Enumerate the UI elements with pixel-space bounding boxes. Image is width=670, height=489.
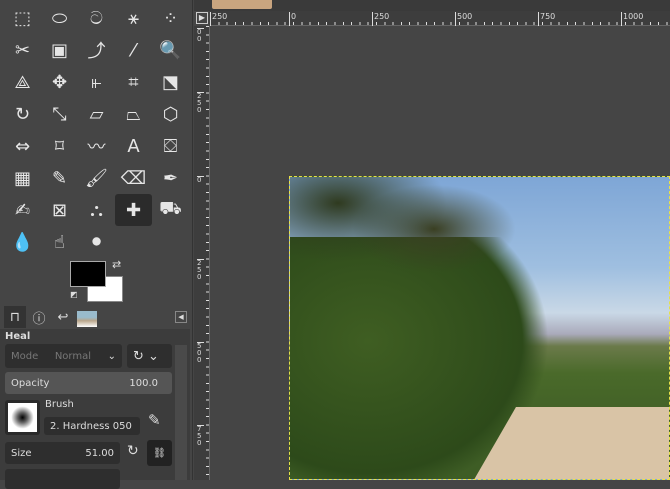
ruler-label: 250 xyxy=(197,92,204,114)
edit-brush-icon[interactable]: ✎ xyxy=(148,411,161,429)
rotate-icon[interactable]: ↻ xyxy=(4,98,41,130)
chevron-down-icon: ⌄ xyxy=(148,348,159,364)
aspect-ratio-slider[interactable] xyxy=(5,469,120,489)
options-scrollbar[interactable] xyxy=(175,345,187,480)
shear-icon[interactable]: ▱ xyxy=(78,98,115,130)
scale-icon[interactable]: ⤡ xyxy=(41,98,78,130)
image-tab[interactable] xyxy=(212,0,272,9)
blur-icon[interactable]: 💧 xyxy=(4,226,41,258)
cage-icon[interactable]: ⌑ xyxy=(41,130,78,162)
beach-photo-canvas[interactable] xyxy=(289,176,670,480)
mode-value: Normal xyxy=(54,350,92,362)
heal-icon[interactable]: ✚ xyxy=(115,194,152,226)
tab-tool-options[interactable]: ⊓ xyxy=(4,306,26,328)
easel-icon: ⊓ xyxy=(9,309,21,325)
crop-icon[interactable]: ⌗ xyxy=(115,66,152,98)
heal-sample-select[interactable]: ↻ ⌄ xyxy=(127,344,172,368)
zoom-icon[interactable]: 🔍 xyxy=(152,34,189,66)
text-icon[interactable]: A xyxy=(115,130,152,162)
eraser-icon[interactable]: ⌫ xyxy=(115,162,152,194)
clone-icon[interactable]: ⛬ xyxy=(78,194,115,226)
free-select-icon[interactable]: ට xyxy=(78,2,115,34)
brush-name-field[interactable]: 2. Hardness 050 xyxy=(44,417,140,435)
ruler-label: 00 xyxy=(197,28,204,43)
opacity-label: Opacity xyxy=(11,377,50,389)
gradient-icon[interactable]: ▦ xyxy=(4,162,41,194)
size-value: 51.00 xyxy=(85,447,114,459)
brush-thumbnail xyxy=(8,403,37,432)
tab-undo-history[interactable]: ↩ xyxy=(52,306,74,328)
ellipse-select-icon[interactable]: ⬭ xyxy=(41,2,78,34)
ruler-label: 500 xyxy=(197,342,204,364)
opacity-value: 100.0 xyxy=(129,377,158,389)
color-select-icon[interactable]: ⁘ xyxy=(152,2,189,34)
default-colors-icon[interactable]: ◩ xyxy=(70,290,80,300)
toolbox: ⬚ ⬭ ට ⚹ ⁘ ✂ ▣ ⤴ ⁄ 🔍 ⟁ ✥ ⫦ ⌗ ⬔ ↻ ⤡ ▱ ⏢ ⬡ ⇔ ⌑ 〰 A ⛋ ▦ ✎ 🖌 ⌫ ✒ ✍ ⊠ ⛬ ✚ ⛟ 💧 ☝ ⚫ ⇄… xyxy=(0,0,193,489)
paths-icon[interactable]: ⤴ xyxy=(78,34,115,66)
palm-trees xyxy=(290,177,530,307)
flip-icon[interactable]: ⇔ xyxy=(4,130,41,162)
perspective-icon[interactable]: ⏢ xyxy=(115,98,152,130)
ruler-label: 250 xyxy=(372,12,389,26)
brush-label: Brush xyxy=(45,399,74,410)
tool-options-panel: Heal Mode Normal ⌄ ↻ ⌄ Opacity 100.0 Bru… xyxy=(0,329,190,489)
chain-icon: ⛓ xyxy=(153,447,166,459)
opacity-slider[interactable]: Opacity 100.0 xyxy=(5,372,172,394)
swap-colors-icon[interactable]: ⇄ xyxy=(112,258,121,271)
tool-grid: ⬚ ⬭ ට ⚹ ⁘ ✂ ▣ ⤴ ⁄ 🔍 ⟁ ✥ ⫦ ⌗ ⬔ ↻ ⤡ ▱ ⏢ ⬡ ⇔ ⌑ 〰 A ⛋ ▦ ✎ 🖌 ⌫ ✒ ✍ ⊠ ⛬ ✚ ⛟ 💧 ☝ ⚫ xyxy=(4,2,189,258)
image-tabs xyxy=(194,0,670,11)
chevron-down-icon: ⌄ xyxy=(107,350,116,362)
device-status-icon: ⓘ xyxy=(32,311,46,327)
tab-images[interactable] xyxy=(76,306,98,328)
pencil-icon[interactable]: ✎ xyxy=(41,162,78,194)
ruler-label: 1000 xyxy=(621,12,643,26)
ruler-label: 500 xyxy=(455,12,472,26)
dodge-burn-icon[interactable]: ⚫ xyxy=(78,226,115,258)
paintbrush-icon[interactable]: 🖌 xyxy=(78,162,115,194)
foreground-color-swatch[interactable] xyxy=(70,261,106,287)
size-label: Size xyxy=(11,447,32,459)
perspective-clone-icon[interactable]: ⛟ xyxy=(152,194,189,226)
ruler-label: 750 xyxy=(538,12,555,26)
smudge-icon[interactable]: ☝ xyxy=(41,226,78,258)
undo-history-icon: ↩ xyxy=(57,309,69,325)
rect-select-icon[interactable]: ⬚ xyxy=(4,2,41,34)
foreground-select-icon[interactable]: ▣ xyxy=(41,34,78,66)
ruler-label: 250 xyxy=(210,12,227,26)
tool-options-title: Heal xyxy=(5,331,31,342)
fuzzy-select-icon[interactable]: ⚹ xyxy=(115,2,152,34)
measure-icon[interactable]: ⟁ xyxy=(4,66,41,98)
panel-menu-button[interactable]: ◀ xyxy=(175,311,187,323)
link-size-button[interactable]: ⛓ xyxy=(147,440,172,466)
mode-select[interactable]: Mode Normal ⌄ xyxy=(5,344,122,368)
mode-label: Mode xyxy=(11,350,39,362)
ruler-label: 750 xyxy=(197,425,204,447)
horizontal-ruler[interactable] xyxy=(210,11,670,26)
size-slider[interactable]: Size 51.00 xyxy=(5,442,120,464)
brush-preview[interactable] xyxy=(5,400,40,435)
3d-transform-icon[interactable]: ⬡ xyxy=(152,98,189,130)
color-picker-icon[interactable]: ⁄ xyxy=(115,34,152,66)
mypaint-brush-icon[interactable]: ⊠ xyxy=(41,194,78,226)
reset-icon: ↻ xyxy=(133,348,144,364)
scissors-icon[interactable]: ✂ xyxy=(4,34,41,66)
tab-device-status[interactable]: ⓘ xyxy=(28,306,50,328)
move-icon[interactable]: ✥ xyxy=(41,66,78,98)
image-thumbnail-icon xyxy=(77,310,97,327)
align-icon[interactable]: ⫦ xyxy=(78,66,115,98)
airbrush-icon[interactable]: ✒ xyxy=(152,162,189,194)
reset-size-icon[interactable]: ↻ xyxy=(127,443,139,459)
warp-icon[interactable]: 〰 xyxy=(78,130,115,162)
dock-tabs: ⊓ ⓘ ↩ xyxy=(4,306,190,328)
ruler-label: 0 xyxy=(289,12,296,26)
ruler-label: 0 xyxy=(197,176,204,184)
ink-icon[interactable]: ✍ xyxy=(4,194,41,226)
bucket-fill-icon[interactable]: ⛋ xyxy=(152,130,189,162)
image-window: ▶ 250 0 250 500 750 1000 00 250 0 250 50… xyxy=(194,0,670,480)
unified-transform-icon[interactable]: ⬔ xyxy=(152,66,189,98)
ruler-label: 250 xyxy=(197,259,204,281)
quick-mask-toggle[interactable]: ▶ xyxy=(196,12,208,24)
